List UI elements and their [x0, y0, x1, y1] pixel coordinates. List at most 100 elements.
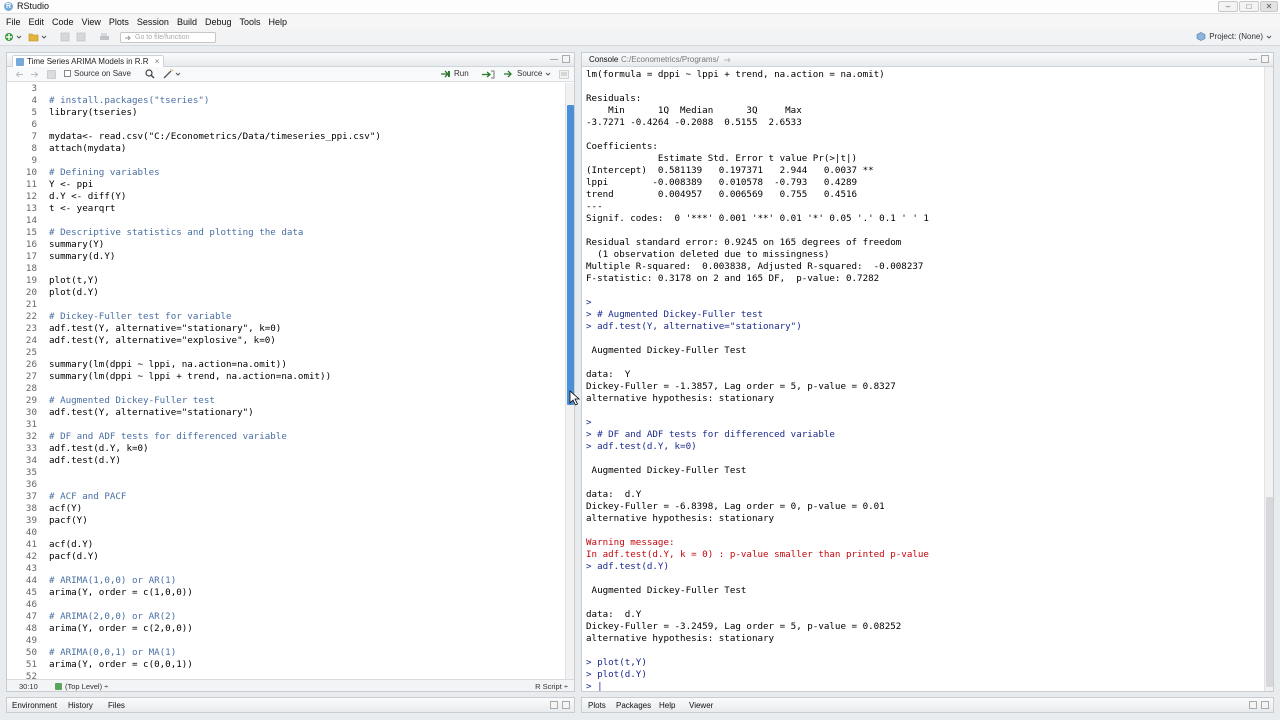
code-line[interactable]: 6 — [7, 119, 560, 131]
code-line[interactable]: 39 pacf(Y) — [7, 515, 560, 527]
close-button[interactable]: ✕ — [1260, 1, 1278, 12]
save-all-icon[interactable] — [76, 32, 87, 42]
goto-directory-icon[interactable] — [723, 56, 732, 64]
code-line[interactable]: 30 adf.test(Y, alternative="stationary") — [7, 407, 560, 419]
code-line[interactable]: 5 library(tseries) — [7, 107, 560, 119]
editor-scrollbar[interactable] — [565, 83, 574, 679]
tab-packages[interactable]: Packages — [616, 701, 651, 710]
menu-file[interactable]: File — [4, 17, 27, 27]
code-line[interactable]: 3 — [7, 83, 560, 95]
back-arrow-icon[interactable] — [15, 71, 25, 78]
code-line[interactable]: 21 — [7, 299, 560, 311]
code-line[interactable]: 47 # ARIMA(2,0,0) or AR(2) — [7, 611, 560, 623]
save-icon[interactable] — [60, 32, 71, 42]
code-line[interactable]: 29 # Augmented Dickey-Fuller test — [7, 395, 560, 407]
code-line[interactable]: 23 adf.test(Y, alternative="stationary", … — [7, 323, 560, 335]
code-line[interactable]: 43 — [7, 563, 560, 575]
code-line[interactable]: 4 # install.packages("tseries") — [7, 95, 560, 107]
code-line[interactable]: 34 adf.test(d.Y) — [7, 455, 560, 467]
project-menu[interactable]: Project: (None) — [1196, 32, 1272, 41]
source-button[interactable]: Source — [504, 69, 551, 78]
console-scrollbar[interactable] — [1264, 67, 1273, 691]
new-file-icon[interactable] — [4, 32, 15, 42]
search-icon[interactable] — [145, 69, 155, 79]
tab-viewer[interactable]: Viewer — [689, 701, 713, 710]
dropdown-arrow-icon[interactable] — [16, 32, 22, 42]
code-line[interactable]: 32 # DF and ADF tests for differenced var… — [7, 431, 560, 443]
code-line[interactable]: 38 acf(Y) — [7, 503, 560, 515]
menu-view[interactable]: View — [80, 17, 107, 27]
open-folder-icon[interactable] — [28, 32, 39, 42]
maximize-pane-button[interactable] — [1261, 701, 1269, 709]
code-line[interactable]: 13 t <- yearqrt — [7, 203, 560, 215]
minimize-pane-button[interactable] — [1249, 59, 1257, 62]
code-line[interactable]: 25 — [7, 347, 560, 359]
code-line[interactable]: 27 summary(lm(dppi ~ lppi + trend, na.act… — [7, 371, 560, 383]
code-line[interactable]: 7 mydata<- read.csv("C:/Econometrics/Data… — [7, 131, 560, 143]
minimize-button[interactable]: – — [1218, 1, 1238, 12]
code-line[interactable]: 14 — [7, 215, 560, 227]
code-line[interactable]: 41 acf(d.Y) — [7, 539, 560, 551]
tab-files[interactable]: Files — [108, 701, 125, 710]
code-line[interactable]: 16 summary(Y) — [7, 239, 560, 251]
console-output[interactable]: lm(formula = dppi ~ lppi + trend, na.act… — [582, 67, 1263, 691]
code-line[interactable]: 26 summary(lm(dppi ~ lppi, na.action=na.o… — [7, 359, 560, 371]
menu-session[interactable]: Session — [135, 17, 175, 27]
editor-scrollbar-thumb[interactable] — [567, 105, 574, 405]
outline-list-icon[interactable] — [559, 70, 569, 79]
file-type-selector[interactable]: R Script ÷ — [535, 682, 568, 691]
code-line[interactable]: 48 arima(Y, order = c(2,0,0)) — [7, 623, 560, 635]
restore-pane-button[interactable] — [1249, 701, 1257, 709]
code-line[interactable]: 50 # ARIMA(0,0,1) or MA(1) — [7, 647, 560, 659]
code-line[interactable]: 33 adf.test(d.Y, k=0) — [7, 443, 560, 455]
menu-help[interactable]: Help — [267, 17, 294, 27]
print-icon[interactable] — [99, 32, 110, 42]
editor-tab[interactable]: Time Series ARIMA Models in R.R × — [12, 55, 165, 67]
tab-environment[interactable]: Environment — [12, 701, 57, 710]
goto-file-function-input[interactable]: Go to file/function — [120, 32, 216, 43]
code-line[interactable]: 28 — [7, 383, 560, 395]
source-on-save-toggle[interactable]: Source on Save — [64, 69, 131, 78]
code-line[interactable]: 44 # ARIMA(1,0,0) or AR(1) — [7, 575, 560, 587]
code-tools-wand-icon[interactable] — [163, 69, 181, 79]
code-line[interactable]: 40 — [7, 527, 560, 539]
minimize-pane-button[interactable] — [550, 59, 558, 62]
rerun-icon[interactable] — [481, 70, 495, 79]
code-line[interactable]: 17 summary(d.Y) — [7, 251, 560, 263]
run-button[interactable]: Run — [441, 69, 469, 78]
forward-arrow-icon[interactable] — [29, 71, 39, 78]
code-line[interactable]: 8 attach(mydata) — [7, 143, 560, 155]
maximize-pane-button[interactable] — [1261, 55, 1269, 63]
code-line[interactable]: 9 — [7, 155, 560, 167]
code-line[interactable]: 45 arima(Y, order = c(1,0,0)) — [7, 587, 560, 599]
code-line[interactable]: 46 — [7, 599, 560, 611]
maximize-pane-button[interactable] — [562, 701, 570, 709]
code-line[interactable]: 19 plot(t,Y) — [7, 275, 560, 287]
save-file-icon[interactable] — [47, 70, 56, 79]
restore-pane-button[interactable] — [550, 701, 558, 709]
code-line[interactable]: 22 # Dickey-Fuller test for variable — [7, 311, 560, 323]
code-line[interactable]: 15 # Descriptive statistics and plotting … — [7, 227, 560, 239]
code-line[interactable]: 10 # Defining variables — [7, 167, 560, 179]
code-line[interactable]: 18 — [7, 263, 560, 275]
menu-tools[interactable]: Tools — [238, 17, 267, 27]
code-line[interactable]: 31 — [7, 419, 560, 431]
menu-plots[interactable]: Plots — [107, 17, 135, 27]
code-line[interactable]: 51 arima(Y, order = c(0,0,1)) — [7, 659, 560, 671]
tab-history[interactable]: History — [68, 701, 93, 710]
code-line[interactable]: 11 Y <- ppi — [7, 179, 560, 191]
maximize-pane-button[interactable] — [562, 55, 570, 63]
code-line[interactable]: 49 — [7, 635, 560, 647]
code-line[interactable]: 52 — [7, 671, 560, 679]
code-line[interactable]: 20 plot(d.Y) — [7, 287, 560, 299]
maximize-button[interactable]: □ — [1239, 1, 1259, 12]
dropdown-arrow-icon[interactable] — [41, 32, 47, 42]
console-scrollbar-thumb[interactable] — [1266, 497, 1273, 687]
code-line[interactable]: 24 adf.test(Y, alternative="explosive", k… — [7, 335, 560, 347]
scope-selector[interactable]: (Top Level) ÷ — [55, 682, 108, 691]
menu-build[interactable]: Build — [175, 17, 203, 27]
menu-debug[interactable]: Debug — [203, 17, 238, 27]
close-tab-icon[interactable]: × — [155, 57, 160, 66]
code-line[interactable]: 36 — [7, 479, 560, 491]
menu-edit[interactable]: Edit — [27, 17, 51, 27]
